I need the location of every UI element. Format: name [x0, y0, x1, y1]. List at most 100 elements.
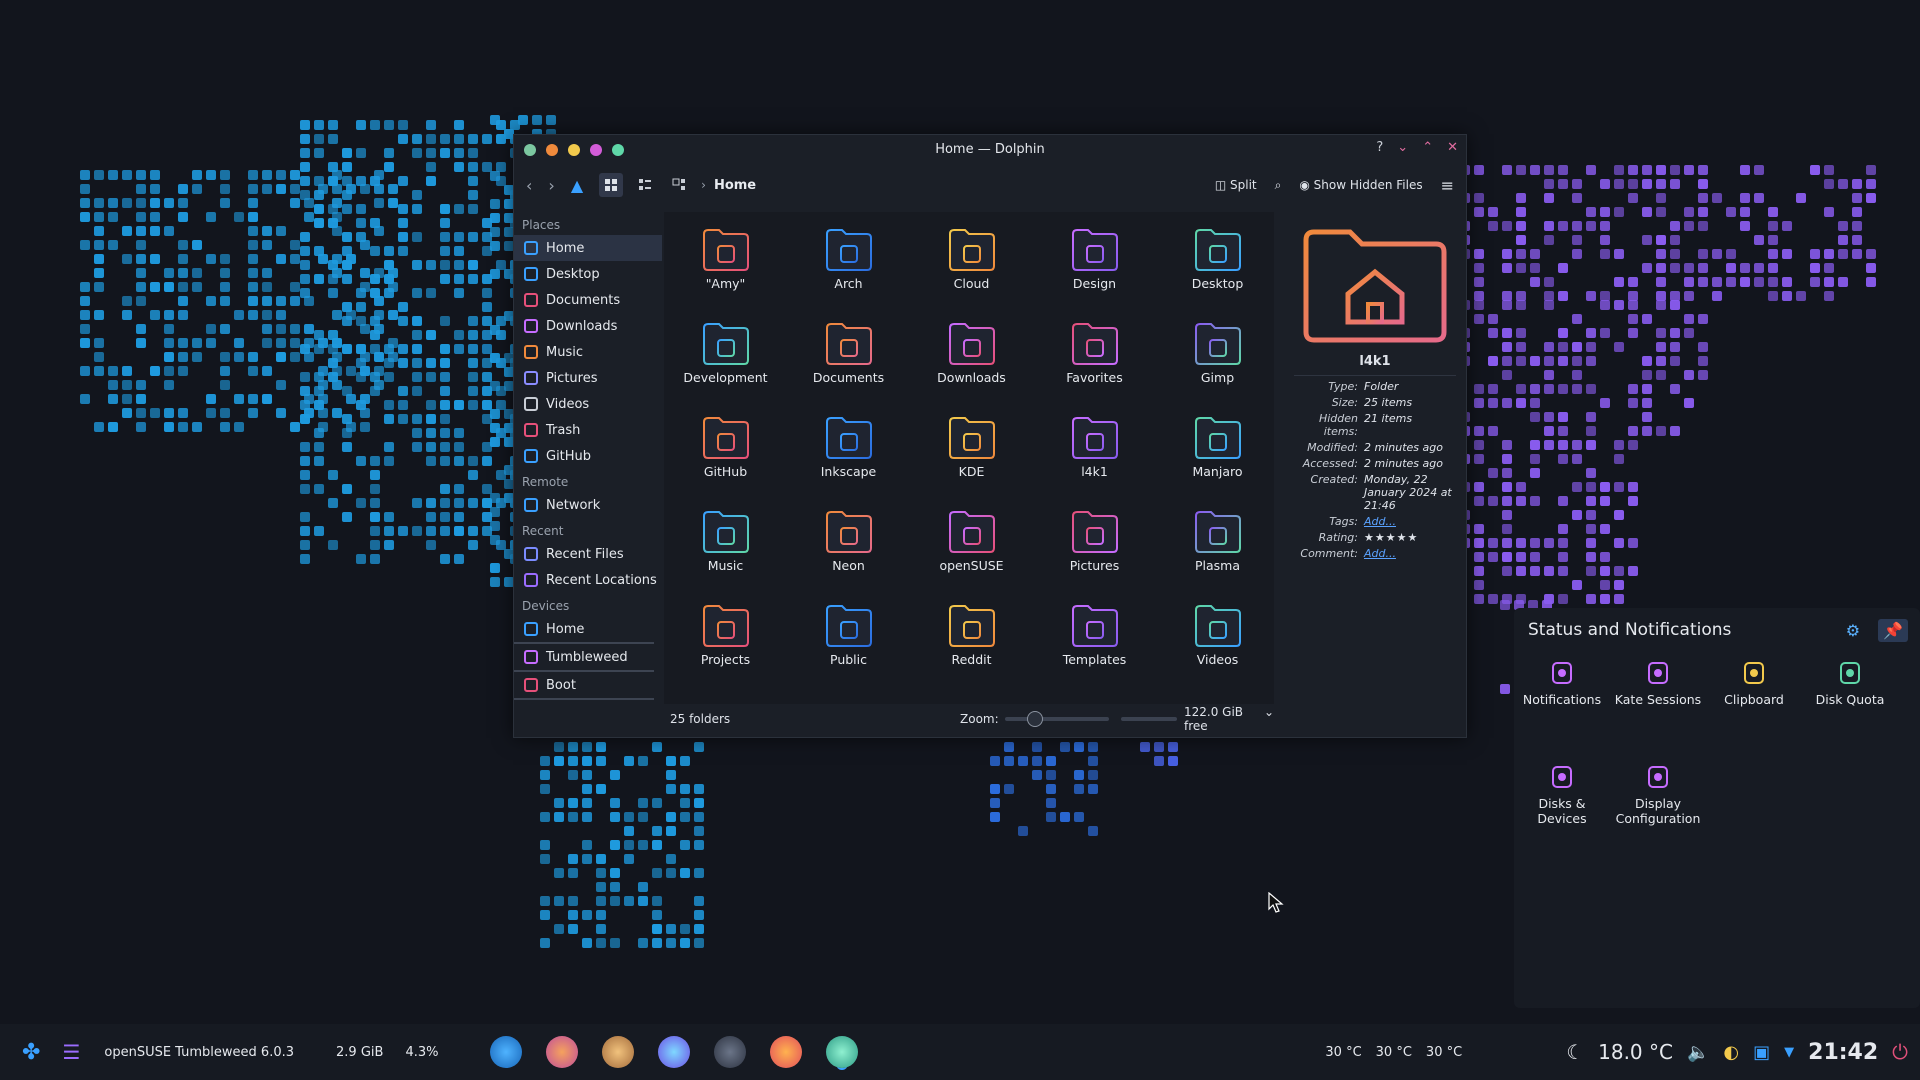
compact-view-button[interactable]: [633, 173, 657, 197]
map-dot: [1558, 263, 1568, 273]
folder-item[interactable]: Development: [664, 306, 787, 400]
folder-item[interactable]: Projects: [664, 588, 787, 682]
sidebar-item-home[interactable]: Home: [514, 235, 662, 261]
firefox-app-icon[interactable]: [770, 1036, 803, 1068]
power-icon[interactable]: ⏻: [1892, 1040, 1908, 1064]
map-dot: [666, 868, 676, 878]
tray-item[interactable]: Notifications: [1514, 652, 1610, 756]
folder-item[interactable]: Downloads: [910, 306, 1033, 400]
weather-temp[interactable]: 18.0 °C: [1598, 1040, 1673, 1064]
folder-item[interactable]: Gimp: [1156, 306, 1279, 400]
system-monitor-icon[interactable]: [490, 1036, 523, 1068]
folder-item[interactable]: Favorites: [1033, 306, 1156, 400]
show-hidden-button[interactable]: ◉ Show Hidden Files: [1299, 178, 1422, 192]
sidebar-item-tumbleweed[interactable]: Tumbleweed: [514, 644, 654, 672]
tray-item[interactable]: Disk Quota: [1802, 652, 1898, 756]
sidebar-item-videos[interactable]: Videos: [514, 391, 662, 417]
hamburger-menu-icon[interactable]: ≡: [1441, 176, 1454, 195]
minimize-button[interactable]: ⌄: [1397, 140, 1408, 155]
folder-item[interactable]: Reddit: [910, 588, 1033, 682]
zoom-slider-handle[interactable]: [1026, 711, 1043, 727]
folder-item[interactable]: "Amy": [664, 212, 787, 306]
gimp-app-icon[interactable]: [602, 1036, 635, 1068]
folder-item[interactable]: Desktop: [1156, 212, 1279, 306]
up-icon[interactable]: ▲: [571, 176, 583, 195]
sidebar-item-downloads[interactable]: Downloads: [514, 313, 662, 339]
sidebar-item-pictures[interactable]: Pictures: [514, 365, 662, 391]
folder-item[interactable]: Plasma: [1156, 494, 1279, 588]
folder-item[interactable]: Music: [664, 494, 787, 588]
tray-item[interactable]: Kate Sessions: [1610, 652, 1706, 756]
volume-icon[interactable]: 🔈: [1687, 1042, 1709, 1063]
sidebar-item-boot[interactable]: Boot: [514, 672, 654, 700]
dolphin-app-icon[interactable]: [826, 1036, 859, 1068]
expand-tray-icon[interactable]: ▼: [1784, 1045, 1794, 1060]
discover-app-icon[interactable]: [658, 1036, 691, 1068]
pin-icon[interactable]: 📌: [1878, 618, 1908, 642]
map-dot: [178, 422, 188, 432]
night-color-icon[interactable]: ◐: [1723, 1042, 1739, 1063]
map-dot: [122, 408, 132, 418]
folder-item[interactable]: Pictures: [1033, 494, 1156, 588]
github-icon: [524, 449, 538, 463]
help-button[interactable]: ?: [1376, 140, 1383, 155]
icons-view-button[interactable]: [599, 173, 624, 197]
folder-item[interactable]: KDE: [910, 400, 1033, 494]
folder-item[interactable]: Public: [787, 588, 910, 682]
back-icon[interactable]: ‹: [526, 176, 532, 195]
clock[interactable]: 21:42: [1808, 1040, 1878, 1065]
sidebar-item-github[interactable]: GitHub: [514, 443, 662, 469]
sidebar-item-desktop[interactable]: Desktop: [514, 261, 662, 287]
map-dot: [1558, 412, 1568, 422]
chevron-down-icon[interactable]: ⌄: [1264, 705, 1274, 733]
sidebar-item-recent-locations[interactable]: Recent Locations: [514, 567, 662, 593]
menu-icon[interactable]: ☰: [62, 1040, 80, 1064]
maximize-button[interactable]: ⌃: [1422, 140, 1433, 155]
info-value[interactable]: Add...: [1364, 547, 1464, 560]
folder-item[interactable]: Inkscape: [787, 400, 910, 494]
map-dot: [1628, 328, 1638, 338]
network-icon[interactable]: ▣: [1753, 1042, 1770, 1063]
steam-app-icon[interactable]: [714, 1036, 747, 1068]
moon-icon[interactable]: ☾: [1566, 1040, 1584, 1064]
split-button[interactable]: ◫ Split: [1215, 178, 1257, 192]
info-value[interactable]: Add...: [1364, 515, 1464, 528]
sidebar-item-documents[interactable]: Documents: [514, 287, 662, 313]
folder-item[interactable]: Arch: [787, 212, 910, 306]
map-dot: [1488, 426, 1498, 436]
folder-item[interactable]: Documents: [787, 306, 910, 400]
forward-icon[interactable]: ›: [548, 176, 554, 195]
sidebar-item-home[interactable]: Home: [514, 616, 654, 644]
sidebar-item-network[interactable]: Network: [514, 492, 662, 518]
title-bar[interactable]: Home — Dolphin ? ⌄ ⌃ ✕: [514, 135, 1466, 165]
zoom-slider[interactable]: [1004, 711, 1109, 727]
tray-item[interactable]: Clipboard: [1706, 652, 1802, 756]
close-button[interactable]: ✕: [1447, 140, 1458, 155]
map-dot: [1614, 342, 1624, 352]
folder-view[interactable]: "Amy" Arch Cloud Design Desktop Development Do…: [664, 212, 1274, 704]
info-value[interactable]: ★★★★★: [1364, 531, 1464, 544]
folder-item[interactable]: Cloud: [910, 212, 1033, 306]
sidebar-item-music[interactable]: Music: [514, 339, 662, 365]
folder-item[interactable]: Manjaro: [1156, 400, 1279, 494]
konqi-app-icon[interactable]: [546, 1036, 579, 1068]
sidebar-item-recent-files[interactable]: Recent Files: [514, 541, 662, 567]
breadcrumb[interactable]: Home: [714, 178, 756, 193]
sidebar-item-trash[interactable]: Trash: [514, 417, 662, 443]
app-launcher-icon[interactable]: ✤: [22, 1040, 40, 1065]
configure-icon[interactable]: ⚙: [1846, 621, 1860, 640]
tray-item[interactable]: Display Configuration: [1610, 756, 1706, 860]
folder-item[interactable]: GitHub: [664, 400, 787, 494]
map-dot: [1544, 165, 1554, 175]
tray-item[interactable]: Disks & Devices: [1514, 756, 1610, 860]
details-view-button[interactable]: [667, 173, 691, 197]
folder-item[interactable]: openSUSE: [910, 494, 1033, 588]
search-icon[interactable]: ⌕: [1275, 178, 1282, 193]
folder-item[interactable]: Neon: [787, 494, 910, 588]
map-dot: [206, 338, 216, 348]
map-dot: [234, 394, 244, 404]
folder-item[interactable]: Templates: [1033, 588, 1156, 682]
folder-item[interactable]: Design: [1033, 212, 1156, 306]
folder-item[interactable]: l4k1: [1033, 400, 1156, 494]
folder-item[interactable]: Videos: [1156, 588, 1279, 682]
